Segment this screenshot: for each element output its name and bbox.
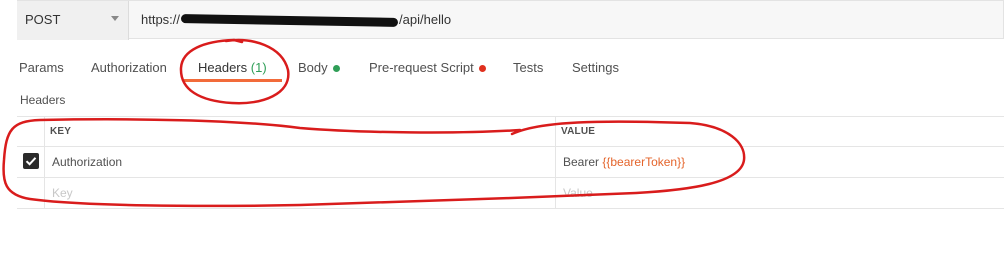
divider: [555, 116, 556, 209]
divider: [17, 116, 1004, 117]
method-select[interactable]: POST: [17, 1, 129, 40]
url-prefix: https://: [141, 12, 181, 27]
header-key-input[interactable]: Authorization: [52, 155, 122, 169]
tab-label: Body: [298, 60, 328, 75]
tab-body[interactable]: Body: [298, 60, 340, 75]
method-label: POST: [25, 12, 61, 27]
divider: [44, 116, 45, 209]
tab-authorization[interactable]: Authorization: [91, 60, 167, 75]
divider: [17, 146, 1004, 147]
variable-token: {{bearerToken}}: [602, 155, 686, 169]
check-icon: [25, 157, 37, 166]
tab-label: Params: [19, 60, 64, 75]
new-key-input[interactable]: Key: [52, 186, 73, 200]
tab-label: Tests: [513, 60, 544, 75]
value-text: Bearer: [563, 155, 603, 169]
tab-label: Headers: [198, 60, 248, 75]
status-dot-icon: [478, 65, 486, 73]
column-header-key: KEY: [50, 126, 72, 137]
status-dot-icon: [332, 65, 340, 73]
chevron-down-icon: [111, 16, 119, 21]
headers-table: KEY VALUE Authorization Bearer {{bearerT…: [17, 116, 1004, 209]
new-value-input[interactable]: Value: [563, 186, 593, 200]
tab-settings[interactable]: Settings: [572, 60, 619, 75]
header-value-input[interactable]: Bearer {{bearerToken}}: [563, 155, 685, 169]
tab-tests[interactable]: Tests: [513, 60, 543, 75]
tab-label: Authorization: [91, 60, 167, 75]
divider: [17, 208, 1004, 209]
divider: [17, 177, 1004, 178]
tab-params[interactable]: Params: [19, 60, 64, 75]
section-title: Headers: [20, 93, 66, 107]
tab-pre-request-script[interactable]: Pre-request Script: [369, 60, 486, 75]
request-bar: POST https:// /api/hello: [17, 0, 1004, 40]
row-enabled-checkbox[interactable]: [23, 153, 39, 169]
active-tab-indicator: [184, 79, 282, 82]
tab-headers[interactable]: Headers (1): [198, 60, 267, 75]
tab-label: Settings: [572, 60, 619, 75]
url-suffix: /api/hello: [399, 12, 452, 27]
redaction-mark: [180, 14, 399, 27]
column-header-value: VALUE: [561, 126, 596, 137]
tab-count-badge: (1): [250, 60, 267, 75]
url-input[interactable]: https:// /api/hello: [141, 12, 451, 27]
tab-label: Pre-request Script: [369, 60, 474, 75]
